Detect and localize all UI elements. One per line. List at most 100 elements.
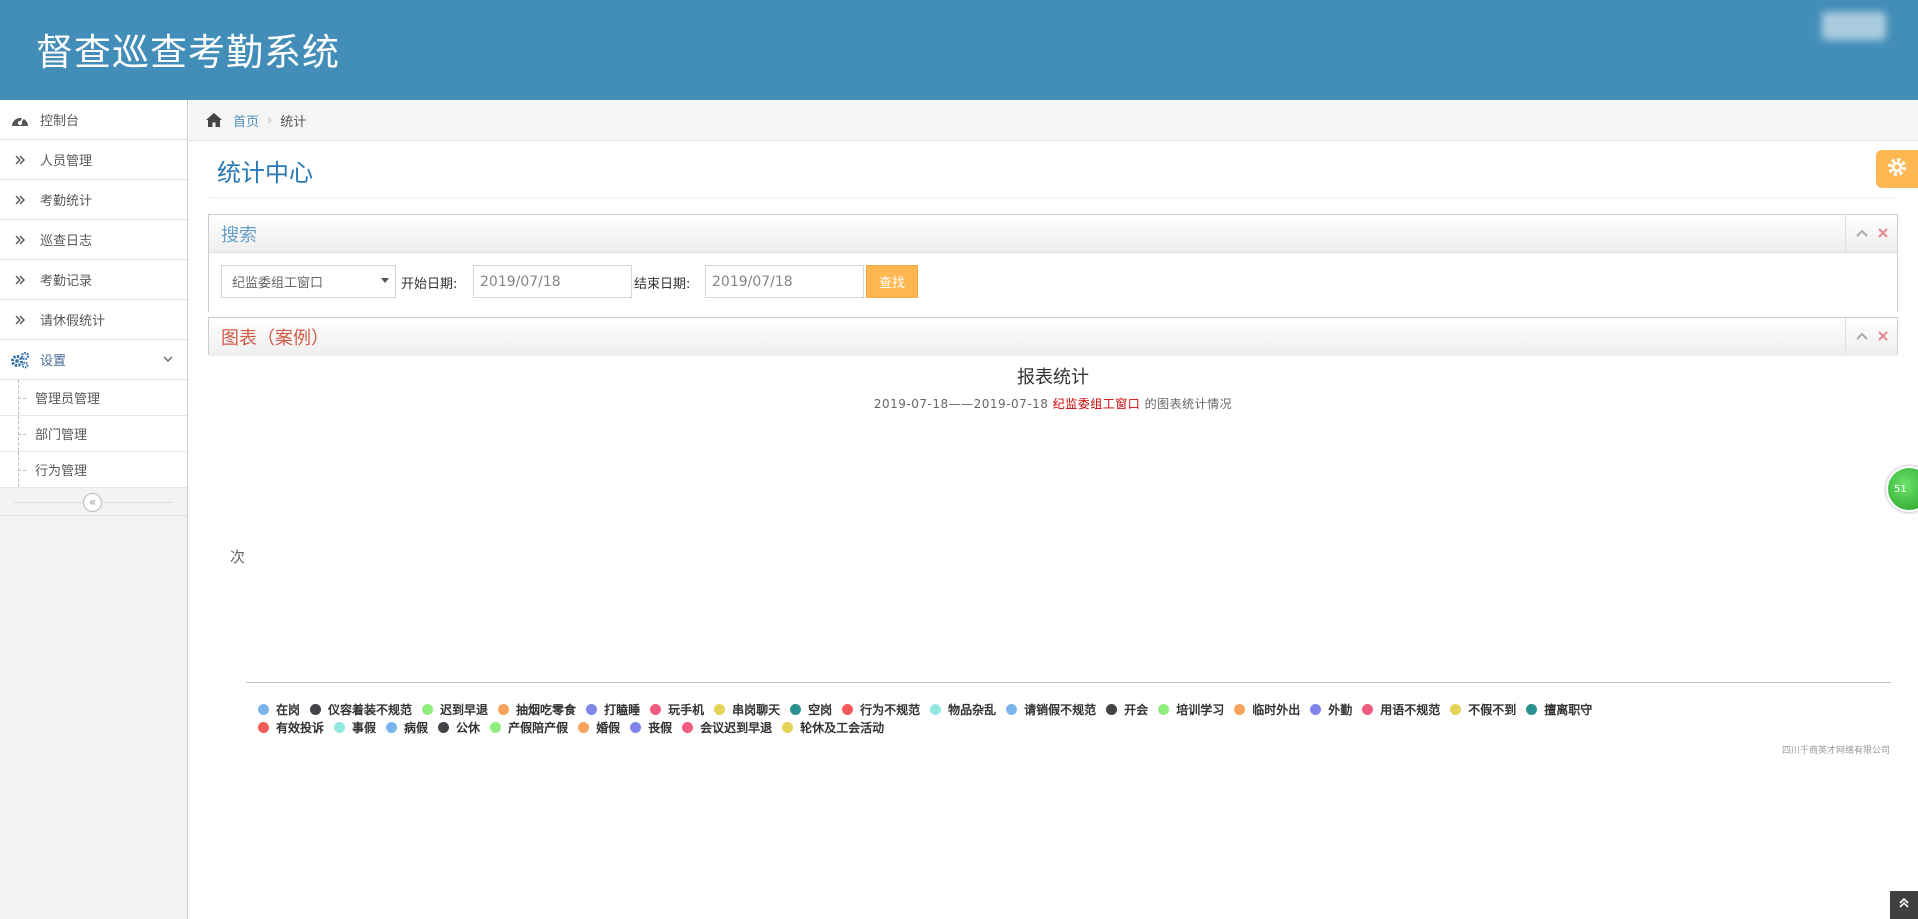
sidebar-item-3[interactable]: 巡查日志 (0, 220, 187, 260)
legend-marker (714, 703, 726, 715)
legend-item[interactable]: 请销假不规范 (1006, 701, 1096, 718)
legend-label: 用语不规范 (1380, 702, 1441, 717)
legend-item[interactable]: 开会 (1106, 701, 1148, 718)
chart-subtitle-suffix: 的图表统计情况 (1144, 397, 1233, 411)
legend-item[interactable]: 培训学习 (1158, 701, 1224, 718)
legend-marker (258, 703, 269, 715)
chart-subtitle-department: 纪监委组工窗口 (1052, 397, 1141, 411)
legend-item[interactable]: 丧假 (630, 719, 672, 736)
legend-marker (782, 721, 794, 733)
breadcrumb-home-link[interactable]: 首页 (233, 111, 259, 130)
double-angle-right-icon (10, 271, 30, 289)
search-widget: 搜索 纪监委组工窗口 开始日期: 结束日期: 查找 (208, 214, 1898, 312)
chevron-up-icon[interactable] (1855, 228, 1868, 240)
legend-item[interactable]: 物品杂乱 (930, 701, 996, 718)
search-widget-body: 纪监委组工窗口 开始日期: 结束日期: 查找 (209, 253, 1897, 312)
legend-item[interactable]: 公休 (438, 719, 480, 736)
legend-label: 擅离职守 (1544, 702, 1593, 717)
ace-settings-toggle[interactable] (1876, 150, 1918, 188)
app-brand-title[interactable]: 督查巡查考勤系统 (36, 22, 340, 76)
legend-label: 不假不到 (1468, 702, 1517, 717)
legend-label: 会议迟到早退 (700, 720, 773, 735)
sidebar-item-4[interactable]: 考勤记录 (0, 260, 187, 300)
sidebar-item-2[interactable]: 考勤统计 (0, 180, 187, 220)
legend-item[interactable]: 外勤 (1310, 701, 1352, 718)
legend-item[interactable]: 抽烟吃零食 (498, 701, 576, 718)
widget-toolbar (1845, 215, 1897, 252)
legend-item[interactable]: 擅离职守 (1526, 701, 1592, 718)
legend-row: 在岗 仪容着装不规范 迟到早退 抽烟吃零食 打瞌睡 玩手机 串岗聊天 空岗 行为不规范 物品杂乱 请… (248, 700, 1888, 718)
user-avatar[interactable] (1814, 8, 1894, 44)
home-icon[interactable] (205, 112, 223, 128)
chart-title: 报表统计 (1017, 367, 1089, 388)
legend-item[interactable]: 用语不规范 (1362, 701, 1440, 718)
legend-marker (1310, 703, 1322, 715)
double-angle-right-icon (10, 231, 30, 249)
sidebar-item-1[interactable]: 人员管理 (0, 140, 187, 180)
sidebar-item-0[interactable]: 控制台 (0, 100, 187, 140)
start-date-input[interactable] (473, 265, 632, 298)
search-button[interactable]: 查找 (866, 265, 918, 298)
sidebar-item-settings[interactable]: 设置 (0, 340, 187, 380)
legend-item[interactable]: 在岗 (258, 701, 300, 718)
legend-item[interactable]: 仪容着装不规范 (310, 701, 412, 718)
legend-item[interactable]: 迟到早退 (422, 701, 488, 718)
legend-label: 物品杂乱 (948, 702, 997, 717)
page-header-divider (208, 197, 1898, 198)
legend-item[interactable]: 事假 (334, 719, 376, 736)
chart-container: 报表统计 2019-07-18——2019-07-18 纪监委组工窗口 的图表统… (208, 356, 1898, 756)
sidebar-collapse-button[interactable]: « (83, 493, 102, 512)
breadcrumb: 首页 › 统计 (189, 100, 1918, 141)
sidebar-item-label: 巡查日志 (40, 234, 93, 249)
sidebar-item-5[interactable]: 请休假统计 (0, 300, 187, 340)
legend-label: 公休 (456, 720, 481, 735)
legend-item[interactable]: 临时外出 (1234, 701, 1300, 718)
start-date-label: 开始日期: (401, 277, 458, 292)
submenu-item-1[interactable]: 部门管理 (0, 416, 187, 452)
legend-item[interactable]: 婚假 (578, 719, 620, 736)
submenu-item-0[interactable]: 管理员管理 (0, 380, 187, 416)
legend-item[interactable]: 打瞌睡 (586, 701, 640, 718)
legend-marker (1362, 703, 1374, 715)
legend-marker (650, 703, 662, 715)
legend-marker (386, 721, 398, 733)
double-angle-right-icon (10, 191, 30, 209)
department-select-value: 纪监委组工窗口 (232, 276, 324, 291)
legend-marker (842, 703, 854, 715)
close-icon[interactable] (1877, 227, 1888, 240)
legend-marker (682, 721, 694, 733)
department-select[interactable]: 纪监委组工窗口 (221, 265, 396, 298)
legend-marker (334, 721, 346, 733)
chevron-up-icon[interactable] (1855, 331, 1868, 343)
legend-row: 有效投诉 事假 病假 公休 产假陪产假 婚假 丧假 会议迟到早退 轮休及工会活动 (248, 718, 1888, 736)
settings-submenu: 管理员管理 部门管理 行为管理 (0, 380, 187, 488)
legend-item[interactable]: 病假 (386, 719, 428, 736)
sidebar: 控制台 人员管理 考勤统计巡查日志考勤记录 请休假统计 设置 管理员管理 部门管理 行为管… (0, 100, 188, 919)
legend-item[interactable]: 有效投诉 (258, 719, 324, 736)
legend-label: 在岗 (276, 702, 301, 717)
legend-label: 仪容着装不规范 (328, 702, 413, 717)
legend-item[interactable]: 串岗聊天 (714, 701, 780, 718)
submenu-item-2[interactable]: 行为管理 (0, 452, 187, 488)
legend-item[interactable]: 空岗 (790, 701, 832, 718)
legend-item[interactable]: 产假陪产假 (490, 719, 568, 736)
legend-marker (422, 703, 434, 715)
legend-label: 轮休及工会活动 (800, 720, 885, 735)
search-widget-header: 搜索 (209, 215, 1897, 253)
legend-marker (310, 703, 322, 715)
close-icon[interactable] (1877, 330, 1888, 343)
y-axis-label: 次 (230, 548, 246, 566)
legend-item[interactable]: 行为不规范 (842, 701, 920, 718)
scroll-to-top-button[interactable] (1890, 891, 1918, 919)
legend-label: 行为不规范 (860, 702, 921, 717)
legend-item[interactable]: 不假不到 (1450, 701, 1516, 718)
app-header: 督查巡查考勤系统 (0, 0, 1918, 100)
search-widget-title: 搜索 (221, 224, 257, 246)
chart-credits[interactable]: 四川千商英才网络有限公司 (1782, 743, 1890, 756)
legend-item[interactable]: 会议迟到早退 (682, 719, 772, 736)
legend-item[interactable]: 轮休及工会活动 (782, 719, 884, 736)
legend-item[interactable]: 玩手机 (650, 701, 704, 718)
page-title: 统计中心 (217, 159, 313, 187)
breadcrumb-current: 统计 (280, 114, 307, 130)
end-date-input[interactable] (705, 265, 864, 298)
